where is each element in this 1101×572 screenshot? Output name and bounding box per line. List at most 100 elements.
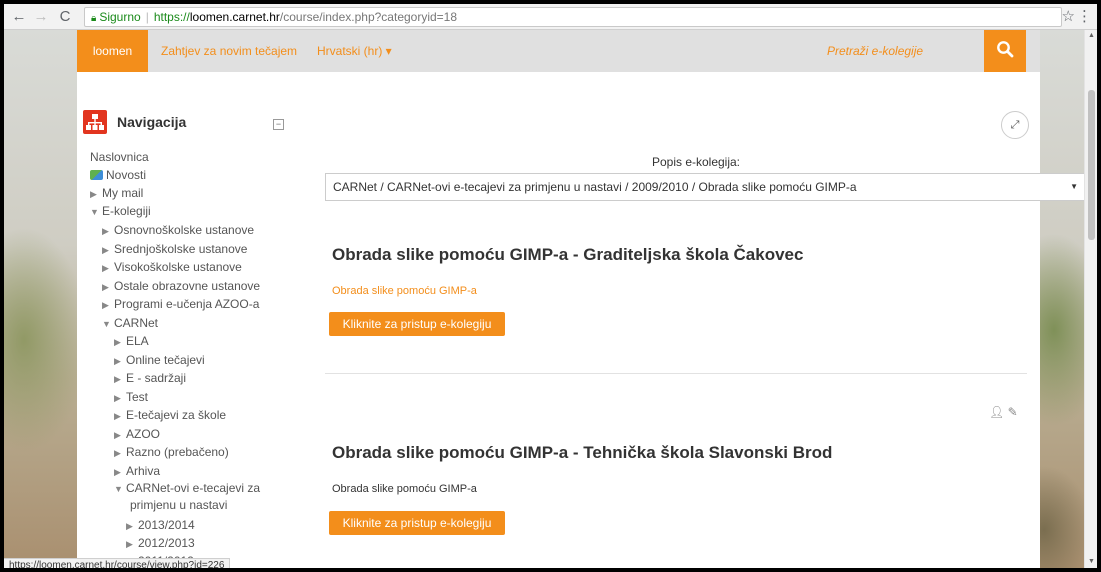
nav-tree-item[interactable]: ▶ Srednjoškolske ustanove bbox=[102, 240, 247, 258]
collapsed-arrow-icon[interactable]: ▶ bbox=[114, 444, 126, 462]
course-edit-icons: 👤︎ ✎ bbox=[989, 405, 1018, 419]
navigation-header: Navigacija − bbox=[83, 110, 294, 140]
url-path: /course/index.php?categoryid=18 bbox=[279, 10, 458, 24]
nav-tree-item[interactable]: ▼ E-kolegiji bbox=[90, 202, 151, 220]
page-viewport: loomen Zahtjev za novim tečajem Hrvatski… bbox=[4, 30, 1084, 568]
nav-tree-item[interactable]: ▶ ELA bbox=[114, 332, 149, 350]
nav-tree-item[interactable]: Novosti bbox=[90, 166, 146, 184]
link-status-bar: https://loomen.carnet.hr/course/view.php… bbox=[4, 558, 231, 568]
course-title[interactable]: Obrada slike pomoću GIMP-a - Tehnička šk… bbox=[332, 443, 832, 463]
nav-tree-label: E-kolegiji bbox=[102, 204, 151, 218]
nav-tree-item[interactable]: ▶ Ostale obrazovne ustanove bbox=[102, 277, 260, 295]
nav-tree-item[interactable]: ▶ Osnovnoškolske ustanove bbox=[102, 221, 254, 239]
nav-tree-item[interactable]: ▶ Test bbox=[114, 388, 148, 406]
security-label: Sigurno bbox=[99, 10, 141, 24]
nav-tree-item[interactable]: ▶ Online tečajevi bbox=[114, 351, 205, 369]
url-scheme: https:// bbox=[153, 10, 190, 24]
collapsed-arrow-icon[interactable]: ▶ bbox=[114, 352, 126, 370]
course-card: Obrada slike pomoću GIMP-a - Graditeljsk… bbox=[325, 225, 1027, 365]
news-forum-icon bbox=[90, 170, 103, 180]
collapsed-arrow-icon[interactable]: ▶ bbox=[102, 296, 114, 314]
nav-tree-label: My mail bbox=[102, 186, 144, 200]
course-summary: Obrada slike pomoću GIMP-a bbox=[332, 285, 477, 297]
navigation-sitemap-icon bbox=[83, 110, 107, 134]
expanded-arrow-icon[interactable]: ▼ bbox=[90, 203, 102, 221]
nav-tree-item[interactable]: ▼ CARNet bbox=[102, 314, 158, 332]
nav-tree-label: Programi e-učenja AZOO-a bbox=[114, 297, 260, 311]
fullscreen-toggle-icon[interactable]: ⤢ bbox=[1001, 111, 1029, 139]
nav-tree-item[interactable]: ▶ Arhiva bbox=[114, 462, 160, 480]
nav-tree-label: CARNet-ovi e-tecajevi za bbox=[126, 481, 261, 495]
collapsed-arrow-icon[interactable]: ▶ bbox=[114, 370, 126, 388]
nav-tree-label: Osnovnoškolske ustanove bbox=[114, 223, 255, 237]
nav-tree-item[interactable]: ▶ E - sadržaji bbox=[114, 369, 186, 387]
nav-tree-label: AZOO bbox=[126, 427, 161, 441]
course-list-label: Popis e-kolegija: bbox=[651, 155, 741, 169]
nav-tree-item[interactable]: primjenu u nastavi bbox=[130, 496, 227, 514]
course-search-input[interactable]: Pretraži e-kolegije bbox=[827, 30, 923, 72]
course-access-button[interactable]: Kliknite za pristup e-kolegiju bbox=[329, 511, 505, 535]
nav-tree-item[interactable]: ▶ AZOO bbox=[114, 425, 160, 443]
scroll-up-arrow-icon[interactable]: ▲ bbox=[1085, 30, 1097, 42]
search-button[interactable] bbox=[984, 30, 1026, 72]
forward-arrow-icon[interactable]: → bbox=[32, 8, 50, 26]
nav-tree-item[interactable]: Naslovnica bbox=[90, 148, 149, 166]
scrollbar-thumb[interactable] bbox=[1088, 90, 1095, 240]
back-arrow-icon[interactable]: ← bbox=[10, 8, 28, 26]
nav-tree-item[interactable]: ▶ 2012/2013 bbox=[126, 534, 195, 552]
collapsed-arrow-icon[interactable]: ▶ bbox=[102, 241, 114, 259]
reload-icon[interactable]: C bbox=[56, 8, 74, 26]
collapsed-arrow-icon[interactable]: ▶ bbox=[114, 333, 126, 351]
site-navbar: loomen Zahtjev za novim tečajem Hrvatski… bbox=[77, 30, 1040, 72]
category-select[interactable]: CARNet / CARNet-ovi e-tecajevi za primje… bbox=[325, 173, 1084, 201]
page-scrollbar[interactable]: ▲ ▼ bbox=[1084, 30, 1097, 568]
nav-tree-item[interactable]: ▶ Razno (prebačeno) bbox=[114, 443, 229, 461]
nav-tree-label: Test bbox=[126, 390, 149, 404]
collapsed-arrow-icon[interactable]: ▶ bbox=[102, 222, 114, 240]
course-title[interactable]: Obrada slike pomoću GIMP-a - Graditeljsk… bbox=[332, 245, 803, 265]
collapsed-arrow-icon[interactable]: ▶ bbox=[90, 185, 102, 203]
collapsed-arrow-icon[interactable]: ▶ bbox=[126, 535, 138, 553]
lock-icon: 🔒︎ bbox=[91, 13, 97, 24]
collapsed-arrow-icon[interactable]: ▶ bbox=[114, 389, 126, 407]
chevron-down-icon: ▼ bbox=[1070, 182, 1078, 191]
nav-tree-item[interactable]: ▶ E-tečajevi za škole bbox=[114, 406, 226, 424]
course-summary: Obrada slike pomoću GIMP-a bbox=[332, 483, 477, 495]
enrol-user-icon[interactable]: 👤︎ bbox=[989, 405, 1004, 419]
nav-tree-label: primjenu u nastavi bbox=[130, 498, 228, 512]
browser-toolbar: ← → C 🔒︎ Sigurno | https://loomen.carnet.hr… bbox=[4, 4, 1097, 30]
language-menu[interactable]: Hrvatski (hr) ▾ bbox=[317, 30, 392, 72]
collapsed-arrow-icon[interactable]: ▶ bbox=[102, 278, 114, 296]
nav-tree-item[interactable]: ▼ CARNet-ovi e-tecajevi za bbox=[114, 479, 260, 497]
block-collapse-icon[interactable]: − bbox=[273, 119, 284, 130]
edit-pencil-icon[interactable]: ✎ bbox=[1008, 405, 1018, 419]
scroll-down-arrow-icon[interactable]: ▼ bbox=[1085, 556, 1097, 568]
nav-tree-label: E-tečajevi za škole bbox=[126, 408, 227, 422]
navigation-title: Navigacija bbox=[117, 114, 187, 130]
nav-tree-label: 2013/2014 bbox=[138, 518, 195, 532]
course-request-link[interactable]: Zahtjev za novim tečajem bbox=[161, 30, 297, 72]
address-bar[interactable]: 🔒︎ Sigurno | https://loomen.carnet.hr/cours… bbox=[84, 7, 1062, 27]
collapsed-arrow-icon[interactable]: ▶ bbox=[114, 426, 126, 444]
bookmark-star-icon[interactable]: ☆ bbox=[1062, 8, 1075, 26]
nav-tree-item[interactable]: ▶ My mail bbox=[90, 184, 143, 202]
expanded-arrow-icon[interactable]: ▼ bbox=[102, 315, 114, 333]
nav-tree-item[interactable]: ▶ Programi e-učenja AZOO-a bbox=[102, 295, 259, 313]
nav-tree-item[interactable]: ▶ 2013/2014 bbox=[126, 516, 195, 534]
nav-tree-item[interactable]: ▶ Visokoškolske ustanove bbox=[102, 258, 242, 276]
course-access-button[interactable]: Kliknite za pristup e-kolegiju bbox=[329, 312, 505, 336]
nav-tree-label: CARNet bbox=[114, 316, 159, 330]
nav-tree-label: 2012/2013 bbox=[138, 536, 195, 550]
menu-kebab-icon[interactable]: ⋮ bbox=[1077, 8, 1092, 26]
brand-link[interactable]: loomen bbox=[77, 30, 148, 72]
expanded-arrow-icon[interactable]: ▼ bbox=[114, 480, 126, 498]
collapsed-arrow-icon[interactable]: ▶ bbox=[126, 517, 138, 535]
search-icon bbox=[997, 41, 1014, 58]
collapsed-arrow-icon[interactable]: ▶ bbox=[114, 407, 126, 425]
category-select-value: CARNet / CARNet-ovi e-tecajevi za primje… bbox=[333, 180, 857, 194]
navigation-block: Navigacija − Naslovnica Novosti ▶ My mail ▼ E… bbox=[77, 108, 294, 568]
collapsed-arrow-icon[interactable]: ▶ bbox=[102, 259, 114, 277]
page-content: loomen Zahtjev za novim tečajem Hrvatski… bbox=[77, 30, 1084, 568]
nav-tree-label: Online tečajevi bbox=[126, 353, 205, 367]
nav-tree-label: Novosti bbox=[106, 168, 147, 182]
